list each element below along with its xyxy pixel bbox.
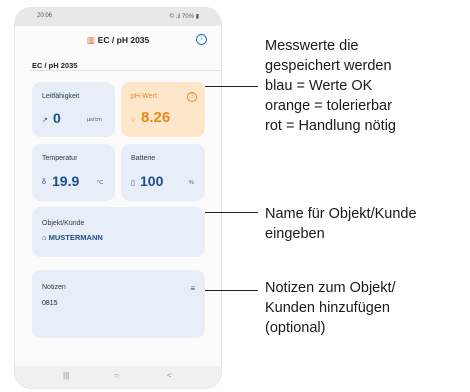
- status-time: 20:06: [37, 13, 53, 19]
- edit-notes-icon[interactable]: ≡: [190, 284, 195, 293]
- temperature-value: 19.9: [52, 173, 80, 189]
- temperature-label: Temperatur: [42, 155, 78, 162]
- notes-card[interactable]: Notizen ≡ 0815: [32, 270, 205, 338]
- battery-icon: ▯: [131, 180, 135, 187]
- object-card[interactable]: Objekt/Kunde ⌂ MUSTERMANN: [32, 207, 205, 257]
- annotation-text: Notizen zum Objekt/: [265, 280, 396, 296]
- app-bar: ▥ EC / pH 2035 i: [15, 26, 221, 56]
- phone-screen: 20:06 © .ıl 70% ▮ ▥ EC / pH 2035 i EC / p…: [15, 8, 221, 388]
- ph-card[interactable]: pH-Wert ? ○ 8.26: [121, 82, 205, 137]
- app-title: ▥ EC / pH 2035: [15, 35, 221, 46]
- conductivity-value: 0: [53, 110, 61, 126]
- temperature-card[interactable]: Temperatur δ 19.9 °C: [32, 144, 115, 201]
- app-title-text: EC / pH 2035: [97, 35, 150, 45]
- home-button-icon[interactable]: ○: [114, 371, 119, 380]
- annotation-text: eingeben: [265, 226, 325, 242]
- section-title: EC / pH 2035: [32, 61, 78, 70]
- object-value: ⌂ MUSTERMANN: [42, 233, 103, 242]
- annotation-notes: Notizen zum Objekt/ Kunden hinzufügen (o…: [265, 278, 396, 338]
- conductivity-unit: µs/cm: [87, 117, 102, 123]
- object-name: MUSTERMANN: [48, 233, 103, 242]
- annotation-text: orange = tolerierbar: [265, 98, 392, 114]
- conductivity-icon: ↗: [42, 117, 48, 124]
- back-icon[interactable]: <: [167, 371, 172, 380]
- home-icon: ⌂: [42, 233, 49, 242]
- thermometer-icon: δ: [42, 179, 46, 186]
- battery-unit: %: [189, 180, 194, 186]
- annotation-text: Name für Objekt/Kunde: [265, 206, 417, 222]
- conductivity-label: Leitfähigkeit: [42, 93, 80, 100]
- annotation-line-object: [205, 212, 258, 213]
- notes-value: 0815: [42, 300, 58, 307]
- annotation-text: rot = Handlung nötig: [265, 118, 396, 134]
- annotation-line-notes: [205, 290, 258, 291]
- annotation-object: Name für Objekt/Kunde eingeben: [265, 204, 417, 244]
- ph-label: pH-Wert: [131, 93, 157, 100]
- object-label: Objekt/Kunde: [42, 220, 85, 227]
- nav-bar: ||| ○ <: [15, 366, 221, 388]
- annotation-text: blau = Werte OK: [265, 78, 373, 94]
- conductivity-card[interactable]: Leitfähigkeit ↗ 0 µs/cm: [32, 82, 115, 137]
- battery-label: Batterie: [131, 155, 156, 162]
- annotation-line-measure: [205, 86, 258, 87]
- annotation-text: gespeichert werden: [265, 58, 392, 74]
- recent-apps-icon[interactable]: |||: [63, 371, 69, 380]
- annotation-text: Messwerte die: [265, 38, 359, 54]
- annotation-text: (optional): [265, 320, 326, 336]
- annotation-measure: Messwerte die gespeichert werden blau = …: [265, 36, 396, 136]
- battery-value: 100: [140, 173, 164, 189]
- annotation-text: Kunden hinzufügen: [265, 300, 390, 316]
- ph-icon: ○: [131, 116, 136, 123]
- ph-value: 8.26: [141, 109, 171, 126]
- notes-label: Notizen: [42, 284, 66, 291]
- device-icon: ▥: [86, 35, 95, 45]
- status-bar: 20:06 © .ıl 70% ▮: [15, 8, 221, 26]
- divider: [30, 70, 221, 71]
- battery-card[interactable]: Batterie ▯ 100 %: [121, 144, 205, 201]
- help-icon[interactable]: ?: [187, 92, 197, 102]
- temperature-unit: °C: [97, 180, 104, 186]
- info-icon[interactable]: i: [196, 34, 207, 45]
- status-icons: © .ıl 70% ▮: [169, 14, 199, 20]
